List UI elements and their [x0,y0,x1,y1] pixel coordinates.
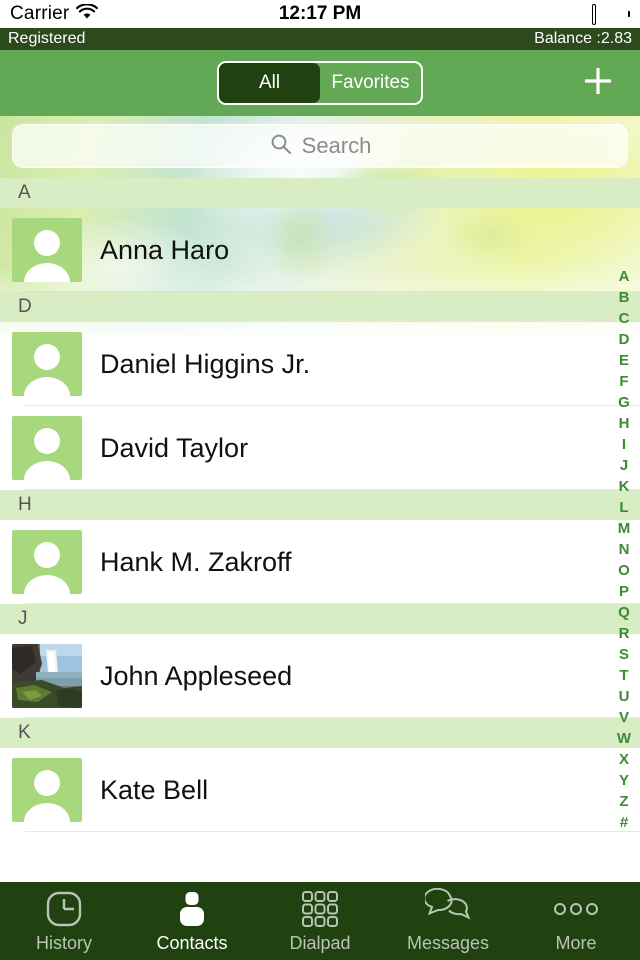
index-letter-r[interactable]: R [611,623,637,644]
avatar-placeholder-icon [12,416,82,480]
contacts-scroll-view[interactable]: Search A Anna Haro D Daniel Higgins Jr. Davi… [0,116,640,832]
index-letter-j[interactable]: J [611,455,637,476]
contact-name: David Taylor [100,432,249,463]
tab-contacts[interactable]: Contacts [128,882,256,960]
index-letter-n[interactable]: N [611,539,637,560]
navigation-bar: All Favorites [0,50,640,116]
tab-label-messages: Messages [406,933,490,953]
tab-label-more: More [555,933,597,953]
registration-status-label: Registered [8,30,86,47]
contact-row[interactable]: Kate Bell [0,748,640,832]
index-letter-a[interactable]: A [611,266,637,287]
balance-label: Balance :2.83 [534,30,632,47]
contact-name: Hank M. Zakroff [100,546,292,577]
index-letter-c[interactable]: C [611,308,637,329]
avatar-placeholder-icon [12,758,82,822]
ellipsis-icon [548,888,604,930]
index-letter-i[interactable]: I [611,434,637,455]
index-letter-u[interactable]: U [611,686,637,707]
keypad-icon [299,888,341,930]
person-icon [171,888,213,930]
status-bar-left: Carrier [10,2,99,25]
contact-row[interactable]: Hank M. Zakroff [0,520,640,604]
index-letter-l[interactable]: L [611,497,637,518]
carrier-label: Carrier [10,3,70,24]
index-letter-t[interactable]: T [611,665,637,686]
index-letter-o[interactable]: O [611,560,637,581]
wifi-icon [76,2,99,25]
avatar-placeholder-icon [12,332,82,396]
contact-row[interactable]: Daniel Higgins Jr. [0,322,640,406]
section-header-j: J [0,604,640,634]
battery-full-icon [592,4,630,25]
index-letter-q[interactable]: Q [611,602,637,623]
tab-history[interactable]: History [0,882,128,960]
contact-name: Daniel Higgins Jr. [100,348,311,379]
segmented-control[interactable]: All Favorites [217,61,423,105]
search-placeholder: Search [301,133,372,158]
contact-row[interactable]: Anna Haro [0,208,640,292]
search-icon [269,132,293,161]
index-letter-w[interactable]: W [611,728,637,749]
index-letter-e[interactable]: E [611,350,637,371]
contact-name: Kate Bell [100,774,209,805]
registration-status-bar: Registered Balance :2.83 [0,28,640,50]
tab-dialpad[interactable]: Dialpad [256,882,384,960]
section-header-h: H [0,490,640,520]
search-bar[interactable]: Search [0,116,640,178]
tab-bar: History Contacts Dialpad Messages More [0,882,640,960]
tab-messages[interactable]: Messages [384,882,512,960]
contacts-app-screen: Carrier 12:17 PM Registered Balance :2.8… [0,0,640,960]
avatar-photo [12,644,82,708]
avatar-placeholder-icon [12,218,82,282]
index-letter-z[interactable]: Z [611,791,637,812]
tab-favorites[interactable]: Favorites [320,63,421,103]
contacts-sections: A Anna Haro D Daniel Higgins Jr. David Taylo… [0,178,640,832]
tab-label-dialpad: Dialpad [289,933,351,953]
clock-icon [43,888,85,930]
contact-row[interactable]: David Taylor [0,406,640,490]
add-contact-button[interactable] [570,55,626,111]
index-letter-hash[interactable]: # [611,812,637,833]
contacts-list-area[interactable]: Search A Anna Haro D Daniel Higgins Jr. Davi… [0,116,640,882]
index-letter-x[interactable]: X [611,749,637,770]
section-header-a: A [0,178,640,208]
avatar-placeholder-icon [12,530,82,594]
tab-label-contacts: Contacts [156,933,228,953]
index-letter-g[interactable]: G [611,392,637,413]
index-letter-m[interactable]: M [611,518,637,539]
section-header-d: D [0,292,640,322]
index-letter-h[interactable]: H [611,413,637,434]
index-letter-d[interactable]: D [611,329,637,350]
index-letter-b[interactable]: B [611,287,637,308]
tab-label-history: History [35,933,92,953]
index-letter-f[interactable]: F [611,371,637,392]
contact-name: John Appleseed [100,660,293,691]
index-letter-k[interactable]: K [611,476,637,497]
tab-more[interactable]: More [512,882,640,960]
section-header-k: K [0,718,640,748]
chat-icon [425,888,471,930]
index-letter-p[interactable]: P [611,581,637,602]
index-letter-s[interactable]: S [611,644,637,665]
contact-row[interactable]: John Appleseed [0,634,640,718]
index-letter-v[interactable]: V [611,707,637,728]
status-bar-right [592,4,630,25]
search-input[interactable]: Search [12,124,628,168]
status-bar: Carrier 12:17 PM [0,0,640,28]
tab-all[interactable]: All [219,63,320,103]
alphabet-index[interactable]: A B C D E F G H I J K L M N O P Q R S T U V W X Y Z # [611,266,637,833]
index-letter-y[interactable]: Y [611,770,637,791]
plus-icon [576,59,620,108]
contact-name: Anna Haro [100,234,230,265]
